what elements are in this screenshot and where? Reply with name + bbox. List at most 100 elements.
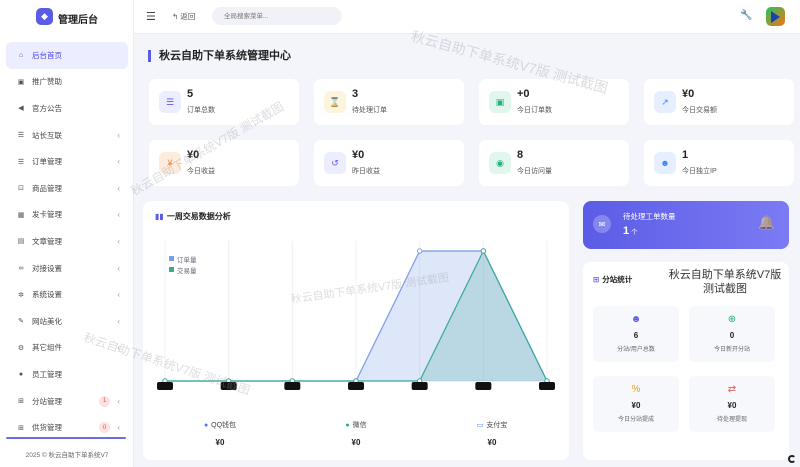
stat-label: 待处理订单: [352, 107, 387, 114]
legend-item[interactable]: 交易量: [169, 264, 197, 275]
stat-card: ▣ +0 今日订单数: [479, 79, 629, 125]
count-badge: 1: [99, 395, 110, 407]
legend-label: 交易量: [177, 267, 197, 275]
ticket-count: 1: [623, 225, 630, 237]
hourglass-icon: ⌛: [324, 91, 346, 113]
grid-icon: ▦: [17, 211, 25, 219]
sidebar-item-label: 发卡管理: [32, 210, 62, 220]
avatar[interactable]: [766, 7, 785, 26]
chevron-left-icon: ‹: [117, 183, 120, 193]
money-icon: ¥: [159, 152, 181, 174]
stat-value: ¥0: [187, 149, 200, 161]
legend-swatch: [169, 256, 174, 261]
x-tick-label: [284, 382, 301, 390]
users-icon: ☻: [654, 152, 676, 174]
sidebar-item[interactable]: ✲ 系统设置 ‹: [6, 281, 128, 308]
sidebar-item-label: 系统设置: [32, 290, 62, 300]
sidebar-item[interactable]: ▤ 文章管理 ‹: [6, 228, 128, 255]
sidebar-item-label: 员工管理: [32, 369, 62, 379]
sidebar-item-label: 供货管理: [32, 423, 62, 433]
sidebar-item[interactable]: ⚙ 其它组件 ‹: [6, 335, 128, 362]
chevron-left-icon: ‹: [117, 130, 120, 140]
sidebar-item-label: 推广赞助: [32, 77, 62, 87]
sidebar-item[interactable]: ⊞ 分站管理 1 ‹: [6, 388, 128, 415]
megaphone-icon: ◀: [18, 105, 24, 113]
stat-card: ◉ 8 今日访问量: [479, 140, 629, 186]
chart-card: ▮▮ 一周交易数据分析 订单量 交易量 ● QQ钱包 ¥0 ● 微信 ¥0 ▭ 支付宝 ¥0: [143, 201, 569, 460]
sidebar-item[interactable]: ☰ 站长互联 ‹: [6, 122, 128, 149]
x-tick-label: [157, 382, 173, 390]
book-icon: ▤: [17, 238, 25, 246]
payment-value: ¥0: [487, 438, 497, 447]
list-icon: ☰: [17, 132, 25, 140]
sitemap-icon: ⊞: [18, 398, 24, 406]
payment-item: ▭ 支付宝 ¥0: [427, 419, 557, 453]
ticket-unit: 个: [631, 229, 638, 236]
image-icon: ▣: [17, 78, 25, 86]
payment-item: ● QQ钱包 ¥0: [155, 419, 285, 453]
sidebar-item-label: 网站美化: [32, 316, 62, 326]
sidebar-item[interactable]: ▣ 推广赞助: [6, 69, 128, 96]
menu-icon[interactable]: ☰: [146, 10, 156, 23]
sidebar-item[interactable]: ● 员工管理: [6, 361, 128, 388]
tile-label: 分站/用户总数: [617, 347, 655, 353]
chevron-left-icon: ‹: [117, 343, 120, 353]
list-icon: ☰: [17, 158, 25, 166]
sidebar-footer: 2025 © 秋云自助下单系统V7: [25, 452, 109, 459]
chevron-left-icon: ‹: [117, 423, 120, 433]
sidebar-scrollbar[interactable]: [6, 437, 126, 439]
sitemap-icon: ⊞: [593, 275, 600, 284]
sidebar-item[interactable]: ☰ 订单管理 ‹: [6, 148, 128, 175]
chevron-left-icon: ‹: [117, 210, 120, 220]
bell-icon: 🔔: [757, 214, 775, 230]
data-point: [480, 248, 487, 254]
legend-item[interactable]: 订单量: [169, 253, 197, 264]
stat-card: ⌛ 3 待处理订单: [314, 79, 464, 125]
x-tick-label: [411, 382, 428, 390]
ticket-value: 1个: [623, 225, 638, 237]
loading-spinner: [788, 455, 796, 463]
cart-icon: ⊡: [18, 185, 24, 193]
sidebar-item[interactable]: ▦ 发卡管理 ‹: [6, 202, 128, 229]
sidebar-item[interactable]: ∞ 对接设置 ‹: [6, 255, 128, 282]
tile-value: ¥0: [727, 401, 737, 410]
sidebar-item[interactable]: ✎ 网站美化 ‹: [6, 308, 128, 335]
sidebar-item-label: 后台首页: [32, 50, 62, 60]
stat-value: 5: [187, 88, 194, 100]
ticket-card[interactable]: ✉ 待处理工单数量 1个 🔔: [583, 201, 789, 249]
sidebar-item-label: 文章管理: [32, 236, 62, 246]
payment-name: 支付宝: [486, 422, 508, 429]
sidebar-item-label: 对接设置: [32, 263, 62, 273]
qq-icon: ●: [203, 422, 209, 429]
sidebar-item[interactable]: ◀ 官方公告: [6, 95, 128, 122]
brand[interactable]: ◆ 管理后台: [0, 0, 133, 34]
percent-icon: %: [631, 384, 641, 395]
stat-value: ¥0: [682, 88, 695, 100]
x-tick-label: [220, 382, 237, 390]
tile-label: 今日新开分站: [713, 347, 750, 353]
sidebar-item-label: 订单管理: [32, 157, 62, 167]
ticket-title: 待处理工单数量: [623, 212, 676, 221]
stat-label: 今日交易额: [682, 107, 717, 114]
topbar: ☰ ↰ 返回 🔧: [134, 0, 800, 34]
wrench-icon[interactable]: 🔧: [740, 10, 752, 21]
stat-card: ¥ ¥0 今日收益: [149, 140, 299, 186]
x-tick-label: [475, 382, 492, 390]
sidebar-item[interactable]: ⊡ 商品管理 ‹: [6, 175, 128, 202]
search-input[interactable]: [212, 7, 342, 25]
stat-label: 今日收益: [187, 168, 215, 175]
payment-value: ¥0: [351, 438, 361, 447]
x-tick-label: [539, 382, 555, 390]
payment-item: ● 微信 ¥0: [291, 419, 421, 453]
calendar-check-icon: ▣: [489, 91, 511, 113]
sidebar-item[interactable]: ⌂ 后台首页: [6, 42, 128, 69]
chevron-left-icon: ‹: [117, 396, 120, 406]
stat-value: ¥0: [352, 149, 365, 161]
payment-name: 微信: [352, 422, 367, 429]
chevron-left-icon: ‹: [117, 263, 120, 273]
substation-tile: ⊕ 0 今日新开分站: [689, 306, 775, 362]
back-button[interactable]: ↰ 返回: [172, 11, 195, 22]
payment-name: QQ钱包: [211, 422, 237, 429]
substation-tile: ☻ 6 分站/用户总数: [593, 306, 679, 362]
sidebar: ◆ 管理后台 ⌂ 后台首页 ▣ 推广赞助 ◀ 官方公告 ☰ 站长互联 ‹ ☰ 订单管理 ‹ ⊡ 商品管理 ‹…: [0, 0, 134, 467]
